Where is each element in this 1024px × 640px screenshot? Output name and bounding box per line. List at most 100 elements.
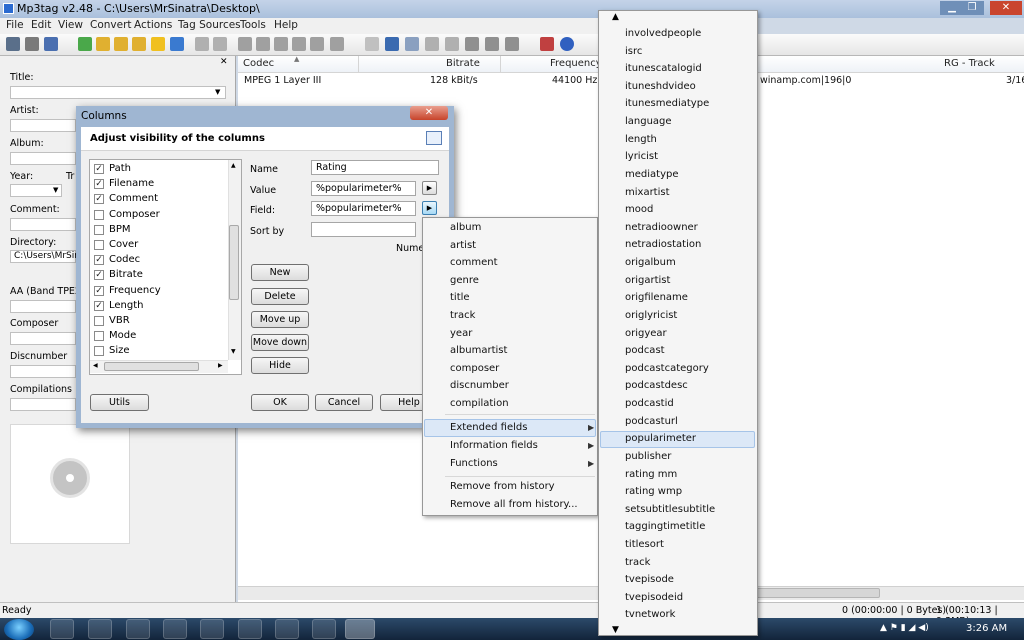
history-menu-item[interactable]: Remove from history [450,481,555,492]
extended-field-item[interactable]: track [625,557,650,568]
device-icon[interactable] [200,619,224,639]
column-checkbox[interactable]: ✓ [94,255,104,266]
extended-field-item[interactable]: origfilename [625,292,688,303]
scroll-down-icon[interactable]: ▼ [612,625,619,635]
extended-field-item[interactable]: origlyricist [625,310,677,321]
chevron-down-icon[interactable]: ▼ [215,88,220,96]
playlist-icon[interactable] [365,37,379,51]
extended-field-item[interactable]: netradiostation [625,239,701,250]
submenu-item[interactable]: Extended fields [450,422,527,433]
extended-field-item[interactable]: popularimeter [625,433,696,444]
tray-icons[interactable]: ▲ ⚑ ▮ ◢ ◀) [880,623,929,633]
mp3tag-taskbar-icon[interactable] [345,619,375,639]
extended-field-item[interactable]: language [625,116,672,127]
extended-field-item[interactable]: mediatype [625,169,679,180]
album-field[interactable] [10,152,76,165]
start-button[interactable] [4,619,34,640]
extended-field-item[interactable]: rating mm [625,469,677,480]
star-icon[interactable] [151,37,165,51]
add-directory-icon[interactable] [96,37,110,51]
ie-icon[interactable] [50,619,74,639]
discnumber-field[interactable] [10,365,76,378]
refresh-icon[interactable] [170,37,184,51]
extended-field-item[interactable]: tvepisodeid [625,592,683,603]
extended-field-item[interactable]: isrc [625,46,642,57]
extended-field-item[interactable]: podcastid [625,398,674,409]
extended-field-item[interactable]: origyear [625,328,667,339]
dialog-close-icon[interactable]: ✕ [410,106,448,120]
filename-to-tag-icon[interactable] [213,37,227,51]
column-checkbox[interactable] [94,209,104,220]
tag-tag-icon[interactable] [274,37,288,51]
grid-icon[interactable] [426,131,442,145]
column-checkbox[interactable] [94,331,104,342]
menu-item-year[interactable]: year [450,328,472,339]
compilations-field[interactable] [10,398,76,411]
scroll-down-icon[interactable]: ▼ [231,348,236,355]
extended-field-item[interactable]: podcast [625,345,665,356]
extended-field-item[interactable]: itunesmediatype [625,98,709,109]
favorite-folder-icon[interactable] [114,37,128,51]
menu-tools[interactable]: Tools [240,19,266,31]
new-button[interactable]: New [251,264,309,281]
export-icon[interactable] [385,37,399,51]
menu-help[interactable]: Help [274,19,298,31]
cancel-button[interactable]: Cancel [315,394,373,411]
column-checkbox[interactable]: ✓ [94,194,104,205]
move-up-button[interactable]: Move up [251,311,309,328]
actions-quick-icon[interactable] [256,37,270,51]
tag-sources-icon[interactable] [505,37,519,51]
column-separator[interactable] [358,56,359,73]
menu-item-album[interactable]: album [450,222,481,233]
column-checkbox[interactable]: ✓ [94,270,104,281]
extended-field-item[interactable]: taggingtimetitle [625,521,705,532]
column-checkbox[interactable] [94,316,104,326]
columns-checklist[interactable] [89,159,242,375]
column-rg-track[interactable]: RG - Track [944,58,995,69]
folder-app-icon[interactable] [88,619,112,639]
name-field[interactable]: Rating [311,160,439,175]
menu-item-artist[interactable]: artist [450,240,476,251]
column-frequency[interactable]: Frequency [550,58,602,69]
extended-field-item[interactable]: lyricist [625,151,658,162]
folder-icon[interactable] [132,37,146,51]
column-checkbox[interactable] [94,240,104,250]
extended-field-item[interactable]: titlesort [625,539,664,550]
extended-field-item[interactable]: length [625,134,657,145]
tag-to-filename-icon[interactable] [195,37,209,51]
move-down-button[interactable]: Move down [251,334,309,351]
save-icon[interactable] [6,37,20,51]
clock[interactable]: 3:26 AM [966,623,1007,634]
menu-item-compilation[interactable]: compilation [450,398,509,409]
composer-field[interactable] [10,332,76,345]
close-icon[interactable]: ✕ [990,1,1022,15]
column-codec[interactable]: Codec [243,58,274,69]
scroll-right-icon[interactable]: ▶ [218,362,223,369]
text-to-tag-icon[interactable] [292,37,306,51]
maximize-icon[interactable]: ❐ [960,1,984,15]
actions-icon[interactable] [238,37,252,51]
paste-tag-icon[interactable] [445,37,459,51]
column-checkbox[interactable]: ✓ [94,300,104,311]
copy-tag-icon[interactable] [425,37,439,51]
extended-field-item[interactable]: podcastdesc [625,380,688,391]
sortby-field[interactable] [311,222,416,237]
explorer-icon[interactable] [126,619,150,639]
undo-icon[interactable] [44,37,58,51]
menu-item-genre[interactable]: genre [450,275,479,286]
extended-field-item[interactable]: setsubtitlesubtitle [625,504,715,515]
scrollbar-thumb[interactable] [104,362,199,371]
value-arrow-button[interactable]: ▶ [422,181,437,195]
scroll-up-icon[interactable]: ▲ [612,12,619,22]
scroll-up-icon[interactable]: ▲ [231,162,236,169]
menu-edit[interactable]: Edit [31,19,51,31]
skype-icon[interactable] [238,619,262,639]
scrollbar-thumb[interactable] [229,225,239,300]
submenu-item[interactable]: Functions [450,458,498,469]
column-checkbox[interactable] [94,224,104,235]
field-arrow-button[interactable]: ▶ [422,201,437,215]
menu-view[interactable]: View [58,19,83,31]
extended-field-item[interactable]: mixartist [625,187,670,198]
extended-field-item[interactable]: podcasturl [625,416,678,427]
column-bitrate[interactable]: Bitrate [446,58,480,69]
